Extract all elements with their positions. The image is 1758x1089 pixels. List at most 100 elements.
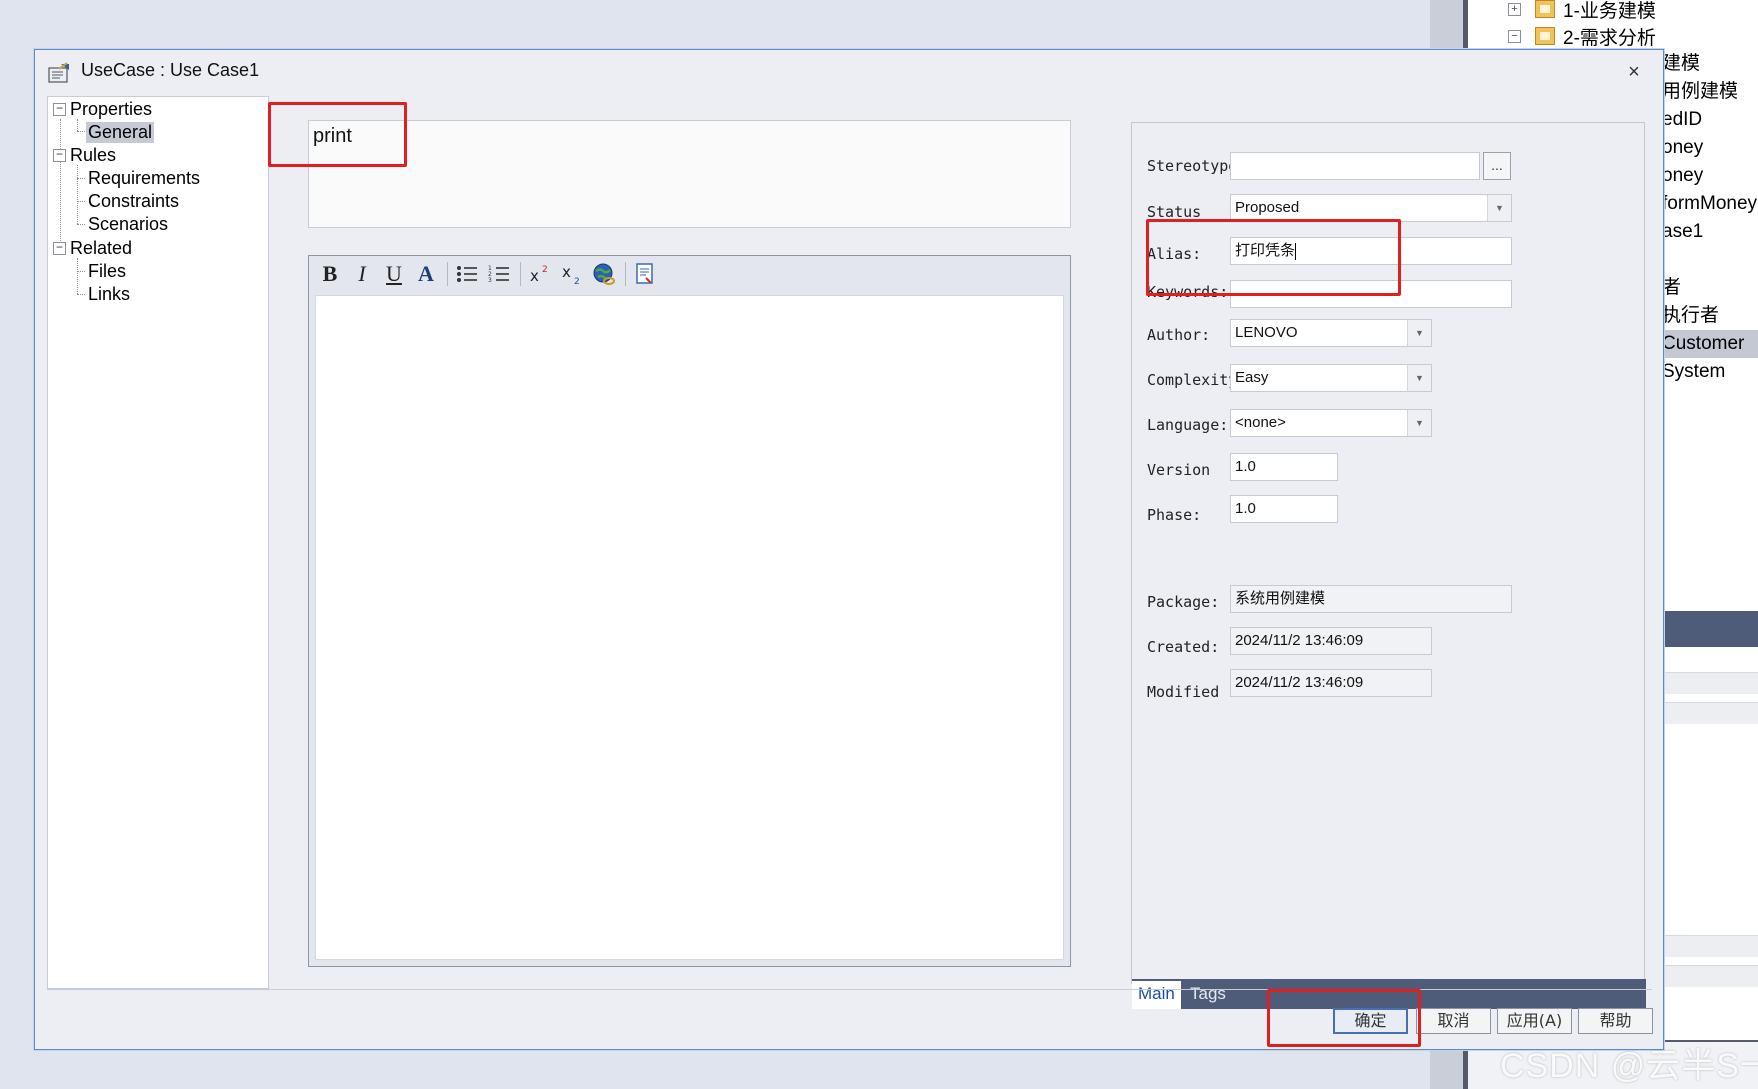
collapse-icon[interactable]: − <box>53 148 66 162</box>
tree-guide <box>60 119 61 249</box>
background-tree-item[interactable]: − 2-需求分析 <box>1508 23 1656 49</box>
chevron-down-icon[interactable]: ▼ <box>1487 195 1511 221</box>
superscript-button[interactable]: x 2 <box>527 260 553 288</box>
insert-document-button[interactable] <box>632 260 658 288</box>
tree-node-properties[interactable]: − Properties <box>53 97 152 121</box>
svg-text:x: x <box>530 267 539 285</box>
tree-node-related[interactable]: − Related <box>53 236 132 260</box>
background-list-item[interactable]: formMoney <box>1660 190 1758 218</box>
svg-text:3: 3 <box>488 277 492 284</box>
stereotype-browse-button[interactable]: ... <box>1483 152 1511 180</box>
background-list-item[interactable]: ase1 <box>1660 218 1758 246</box>
tree-guide <box>77 178 85 179</box>
modified-label: Modified <box>1147 683 1219 701</box>
dialog-titlebar[interactable]: UseCase : Use Case1 × <box>35 50 1663 94</box>
element-name-input[interactable]: print <box>308 120 1071 228</box>
background-list-item[interactable]: System <box>1660 358 1758 386</box>
svg-text:x: x <box>562 263 571 281</box>
notes-text-area[interactable] <box>315 295 1064 960</box>
background-list-item[interactable]: 者 <box>1660 274 1758 302</box>
document-icon <box>636 263 653 284</box>
author-value: LENOVO <box>1235 324 1298 341</box>
toolbar-separator <box>520 262 521 286</box>
text-cursor <box>1295 242 1297 260</box>
tree-node-scenarios[interactable]: Scenarios <box>88 212 168 236</box>
background-list-item[interactable]: 建模 <box>1660 50 1758 78</box>
phase-label: Phase: <box>1147 506 1202 524</box>
background-band <box>1660 672 1758 694</box>
tree-node-label: Scenarios <box>88 213 169 234</box>
bold-button[interactable]: B <box>317 260 343 288</box>
chevron-down-icon[interactable]: ▼ <box>1407 320 1431 346</box>
modified-field: 2024/11/2 13:46:09 <box>1230 669 1432 697</box>
stereotype-label: Stereotype <box>1147 157 1237 175</box>
expand-icon[interactable]: + <box>1508 2 1521 16</box>
language-select[interactable]: <none> ▼ <box>1230 409 1432 437</box>
background-tree-item[interactable]: + 1-业务建模 <box>1508 0 1656 22</box>
tab-tags[interactable]: Tags <box>1184 981 1232 1009</box>
tree-node-requirements[interactable]: Requirements <box>88 166 200 190</box>
font-color-button[interactable]: A <box>413 260 439 288</box>
chevron-down-icon[interactable]: ▼ <box>1407 410 1431 436</box>
complexity-select[interactable]: Easy ▼ <box>1230 364 1432 392</box>
apply-button[interactable]: 应用(A) <box>1497 1008 1572 1034</box>
tree-guide <box>77 201 85 202</box>
background-list-item[interactable]: 执行者 <box>1660 302 1758 330</box>
collapse-icon[interactable]: − <box>53 241 66 255</box>
subscript-button[interactable]: x 2 <box>559 260 585 288</box>
keywords-field[interactable] <box>1230 280 1512 308</box>
svg-text:2: 2 <box>574 277 580 285</box>
alias-field[interactable]: 打印凭条 <box>1230 237 1512 265</box>
created-label: Created: <box>1147 638 1220 656</box>
tree-node-rules[interactable]: − Rules <box>53 143 116 167</box>
stereotype-field[interactable] <box>1230 152 1480 180</box>
background-band <box>1660 702 1758 724</box>
italic-button[interactable]: I <box>349 260 375 288</box>
tree-node-general[interactable]: General <box>86 120 155 144</box>
tree-node-files[interactable]: Files <box>88 259 126 283</box>
background-list-item[interactable]: edID <box>1660 106 1758 134</box>
author-select[interactable]: LENOVO ▼ <box>1230 319 1432 347</box>
tree-guide <box>77 258 78 294</box>
properties-tabbar: Main Tags <box>1132 979 1646 1009</box>
tab-main[interactable]: Main <box>1132 981 1181 1009</box>
background-tree-label: 2-需求分析 <box>1563 27 1656 49</box>
main-properties-panel: Stereotype ... Status Proposed ▼ Alias: … <box>1131 122 1646 1009</box>
collapse-icon[interactable]: − <box>53 102 66 116</box>
hyperlink-button[interactable] <box>591 260 617 288</box>
status-value: Proposed <box>1235 199 1300 216</box>
collapse-icon[interactable]: − <box>1508 29 1521 43</box>
ok-button[interactable]: 确定 <box>1333 1008 1408 1034</box>
use-case-properties-dialog: UseCase : Use Case1 × − Properties Gener… <box>34 49 1664 1050</box>
bullet-list-button[interactable] <box>454 260 480 288</box>
close-icon[interactable]: × <box>1621 60 1647 84</box>
created-field: 2024/11/2 13:46:09 <box>1230 627 1432 655</box>
help-button[interactable]: 帮助 <box>1578 1008 1653 1034</box>
underline-button[interactable]: U <box>381 260 407 288</box>
notes-editor: B I U A 1 2 3 x 2 x 2 <box>308 255 1071 967</box>
package-icon <box>1535 0 1555 18</box>
tree-node-label: Rules <box>70 144 117 165</box>
alias-label: Alias: <box>1147 245 1202 263</box>
background-list-item[interactable]: oney <box>1660 134 1758 162</box>
tree-guide <box>77 131 85 132</box>
status-label: Status <box>1147 203 1202 221</box>
watermark: CSDN @云半S一 <box>1500 1047 1758 1085</box>
chevron-down-icon[interactable]: ▼ <box>1407 365 1431 391</box>
status-select[interactable]: Proposed ▼ <box>1230 194 1512 222</box>
tree-node-constraints[interactable]: Constraints <box>88 189 179 213</box>
cancel-button[interactable]: 取消 <box>1416 1008 1491 1034</box>
background-list-item[interactable]: 用例建模 <box>1660 78 1758 106</box>
background-list-item-selected[interactable]: Customer <box>1660 330 1758 358</box>
background-tree-label: 1-业务建模 <box>1563 0 1656 22</box>
bullet-list-icon <box>457 266 477 282</box>
package-field: 系统用例建模 <box>1230 585 1512 613</box>
tree-node-label: Related <box>70 237 133 258</box>
background-list-item[interactable]: oney <box>1660 162 1758 190</box>
version-field[interactable]: 1.0 <box>1230 453 1338 481</box>
phase-field[interactable]: 1.0 <box>1230 495 1338 523</box>
tree-node-links[interactable]: Links <box>88 282 130 306</box>
background-list-item[interactable] <box>1660 246 1758 274</box>
numbered-list-button[interactable]: 1 2 3 <box>486 260 512 288</box>
tree-guide <box>77 271 85 272</box>
